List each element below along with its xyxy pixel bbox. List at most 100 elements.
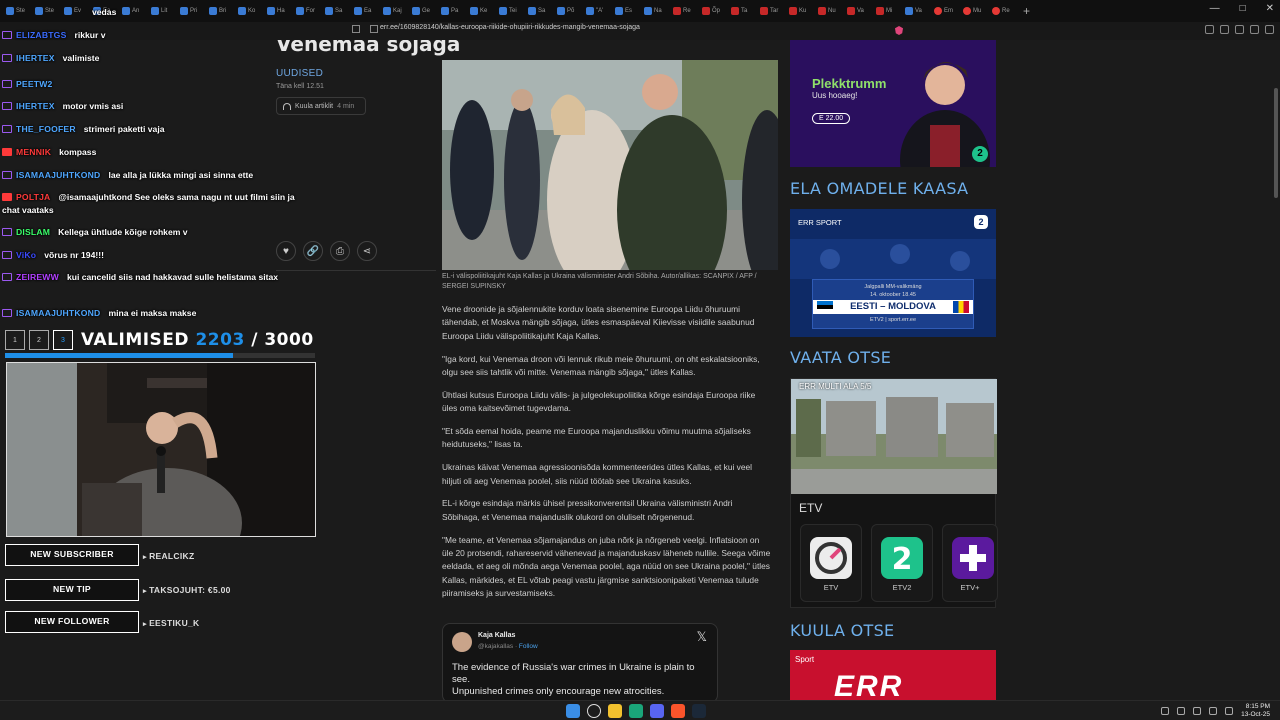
- chat-text: kui cancelid siis nad hakkavad sulle hel…: [66, 272, 279, 282]
- tab-favicon-icon: [934, 7, 942, 15]
- browser-tab[interactable]: Ea: [352, 3, 380, 19]
- browser-tab[interactable]: Ku: [787, 3, 815, 19]
- chat-username: ISAMAAJUHTKOND: [16, 308, 101, 318]
- browser-tab[interactable]: Ta: [729, 3, 757, 19]
- app-root: Ste Ste Ev Ea An Lit Pri Bri Ko Ha For Sa Ea Kaj Ge Pa K…: [0, 0, 1280, 720]
- volume-icon[interactable]: [1209, 707, 1218, 715]
- browser-tab[interactable]: Pa: [439, 3, 467, 19]
- download-icon[interactable]: [1205, 25, 1214, 34]
- alert-new-tip: NEW TIP: [5, 579, 139, 601]
- network-icon[interactable]: [1193, 707, 1202, 715]
- site-info-icon[interactable]: [370, 25, 378, 33]
- goal-step: 2: [29, 330, 49, 350]
- maximize-icon[interactable]: □: [1240, 3, 1246, 14]
- microphone-icon[interactable]: [1177, 707, 1186, 715]
- system-tray: 8:15 PM 13-Oct-25: [1161, 703, 1270, 719]
- tab-title: Va: [915, 8, 922, 14]
- browser-tab[interactable]: Õp: [700, 3, 728, 19]
- browser-tab[interactable]: Es: [613, 3, 641, 19]
- paragraph: Ühtlasi kutsus Euroopa Liidu välis- ja j…: [442, 389, 756, 414]
- page-scrollbar[interactable]: [1274, 88, 1278, 198]
- app-icon[interactable]: [629, 704, 643, 718]
- taskbar-apps: [566, 704, 706, 718]
- browser-tab[interactable]: Põ: [555, 3, 583, 19]
- chat-text: strimeri paketti vaja: [83, 124, 165, 134]
- browser-tab[interactable]: Re: [671, 3, 699, 19]
- goal-progress-bar: [5, 353, 315, 358]
- chat-text: vedas: [92, 7, 117, 17]
- paragraph: "Et sõda eemal hoida, peame me Euroopa m…: [442, 426, 751, 450]
- channel-etvplus[interactable]: ETV+: [942, 524, 998, 602]
- chat-badge-icon: [2, 80, 12, 88]
- err-logo-icon: ERR: [834, 670, 904, 700]
- search-icon[interactable]: [587, 704, 601, 718]
- channel-etv2[interactable]: 2 ETV2: [871, 524, 933, 602]
- extensions-icon[interactable]: [1220, 25, 1229, 34]
- toolbar-icons: [1205, 25, 1274, 34]
- x-logo-icon[interactable]: 𝕏: [697, 629, 707, 645]
- browser-tab[interactable]: Na: [642, 3, 670, 19]
- chat-badge-icon: [2, 228, 12, 236]
- article-photo: [442, 60, 778, 270]
- brave-shield-icon[interactable]: [895, 26, 903, 35]
- browser-tab[interactable]: Mu: [961, 3, 989, 19]
- tab-favicon-icon: [702, 7, 710, 15]
- browser-tab[interactable]: Em: [932, 3, 960, 19]
- browser-tab[interactable]: Tar: [758, 3, 786, 19]
- chevron-up-icon[interactable]: [1161, 707, 1170, 715]
- tweet-author[interactable]: Kaja Kallas: [478, 632, 515, 639]
- chat-username: DISLAM: [16, 227, 51, 237]
- football-ad[interactable]: ERR SPORT 2 Jalgpalli MM-valikmäng 14. o…: [790, 209, 996, 337]
- match-teams-label: EESTI – MOLDOVA: [850, 301, 936, 312]
- browser-tab[interactable]: Ge: [410, 3, 438, 19]
- browser-tab[interactable]: Tei: [497, 3, 525, 19]
- browser-tab[interactable]: Re: [990, 3, 1018, 19]
- browser-tab[interactable]: Sa: [323, 3, 351, 19]
- live-stream-thumbnail[interactable]: ERR MULTI ALA 5/5: [791, 379, 997, 494]
- start-icon[interactable]: [566, 704, 580, 718]
- tab-title: Na: [654, 8, 662, 14]
- menu-icon[interactable]: [1265, 25, 1274, 34]
- tab-favicon-icon: [992, 7, 1000, 15]
- embedded-tweet[interactable]: Kaja Kallas @kajakallas · Follow 𝕏 The e…: [442, 623, 718, 700]
- channel-label: ETV+: [960, 583, 980, 592]
- err-sport-radio-ad[interactable]: Sport ERR: [790, 650, 996, 700]
- file-explorer-icon[interactable]: [608, 704, 622, 718]
- channel-etv[interactable]: ETV: [800, 524, 862, 602]
- brave-icon[interactable]: [671, 704, 685, 718]
- url-field[interactable]: err.ee/1609828140/kallas-euroopa-riikide…: [380, 24, 640, 31]
- steam-icon[interactable]: [692, 704, 706, 718]
- chat-badge-icon: [2, 251, 12, 259]
- goal-current: 2203: [195, 330, 245, 350]
- goal-separator: /: [244, 330, 265, 350]
- browser-tab[interactable]: "A': [584, 3, 612, 19]
- close-window-icon[interactable]: ✕: [1266, 3, 1274, 14]
- bookmark-icon[interactable]: [352, 25, 360, 33]
- minimize-icon[interactable]: —: [1210, 3, 1220, 14]
- discord-icon[interactable]: [650, 704, 664, 718]
- listen-duration: 4 min: [337, 102, 355, 110]
- print-icon[interactable]: ⎙: [330, 241, 350, 261]
- browser-tab[interactable]: Kaj: [381, 3, 409, 19]
- plekktrumm-ad[interactable]: Plekktrumm Uus hooaeg! E 22.00 2: [790, 40, 996, 167]
- wallet-icon[interactable]: [1250, 25, 1259, 34]
- chat-message: ISAMAAJUHTKOND mina ei maksa makse: [2, 307, 196, 320]
- tweet-follow-link[interactable]: Follow: [519, 643, 538, 650]
- share-icon[interactable]: ⋖: [357, 241, 377, 261]
- browser-tab[interactable]: Mi: [874, 3, 902, 19]
- tab-title: Nu: [828, 8, 836, 14]
- chat-message: ISAMAAJUHTKOND lae alla ja lükka mingi as…: [2, 169, 253, 182]
- chat-text: lae alla ja lükka mingi asi sinna ette: [108, 170, 254, 180]
- new-tab-button[interactable]: +: [1023, 4, 1030, 18]
- sidebar-icon[interactable]: [1235, 25, 1244, 34]
- tab-favicon-icon: [876, 7, 884, 15]
- browser-tab[interactable]: Sa: [526, 3, 554, 19]
- browser-tab[interactable]: Nu: [816, 3, 844, 19]
- browser-tab[interactable]: Va: [845, 3, 873, 19]
- tab-favicon-icon: [528, 7, 536, 15]
- chat-username: ELIZABTGS: [16, 30, 67, 40]
- clock[interactable]: 8:15 PM 13-Oct-25: [1241, 703, 1270, 719]
- browser-tab[interactable]: Va: [903, 3, 931, 19]
- battery-icon[interactable]: [1225, 707, 1234, 715]
- browser-tab[interactable]: Ke: [468, 3, 496, 19]
